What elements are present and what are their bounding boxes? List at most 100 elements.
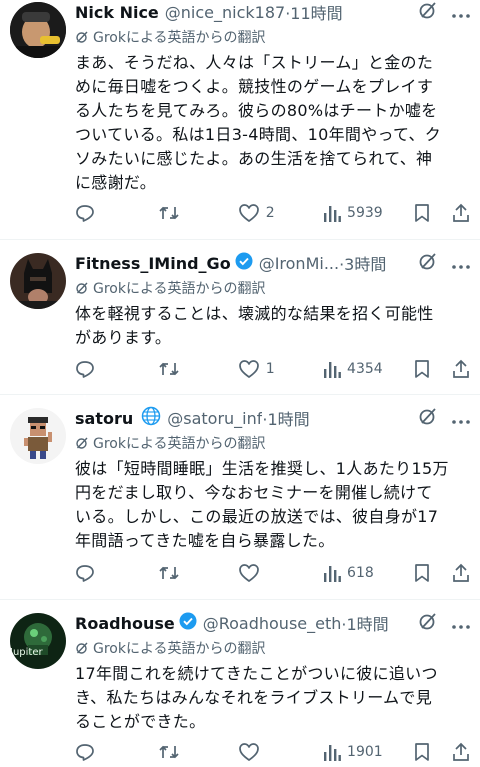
- tweet-actions: 1901: [75, 740, 470, 764]
- retweet-button[interactable]: [158, 359, 237, 379]
- bookmark-button[interactable]: [414, 359, 452, 379]
- retweet-icon: [159, 362, 179, 376]
- tweet-text-line: ることができた。: [75, 712, 206, 731]
- avatar[interactable]: Jupiter: [10, 613, 66, 669]
- tweet-text-line: があります。: [75, 328, 172, 347]
- tweet-text-line: 彼は「短時間睡眠」生活を推奨し、1人あたり15万: [75, 459, 449, 478]
- avatar[interactable]: [10, 2, 66, 58]
- retweet-icon: [159, 566, 179, 580]
- author-handle[interactable]: @IronMi...: [259, 254, 339, 273]
- heart-icon: [238, 360, 259, 378]
- share-button[interactable]: [452, 563, 470, 583]
- reply-button[interactable]: [75, 203, 158, 223]
- like-button[interactable]: [238, 742, 323, 762]
- tweet-time[interactable]: ·1時間: [262, 406, 309, 430]
- bookmark-button[interactable]: [414, 563, 452, 583]
- reply-button[interactable]: [75, 742, 158, 762]
- grok-small-icon: [76, 31, 88, 43]
- tweet[interactable]: Fitness_IMind_Go @IronMi... ·3時間 Grokによる…: [0, 240, 480, 395]
- author-name[interactable]: satoru: [75, 409, 133, 428]
- more-options-icon[interactable]: [452, 409, 470, 428]
- author-name[interactable]: Roadhouse: [75, 614, 175, 633]
- tweet-text-line: ソみたいに感じたよ。あの生活を捨てられて、神: [75, 149, 433, 168]
- retweet-button[interactable]: [158, 563, 237, 583]
- bookmark-icon: [415, 743, 430, 761]
- like-count: 1: [265, 361, 275, 377]
- translation-label: Grokによる英語からの翻訳: [93, 281, 266, 297]
- like-button[interactable]: 2: [238, 203, 323, 223]
- translation-note[interactable]: Grokによる英語からの翻訳: [75, 277, 470, 299]
- like-count: 2: [265, 205, 275, 221]
- tweet-actions: 618: [75, 561, 470, 585]
- tweet[interactable]: Jupiter Roadhouse @Roadhouse_eth ·1時間 Gr…: [0, 600, 480, 767]
- bookmark-icon: [415, 360, 430, 378]
- more-options-icon[interactable]: [452, 3, 470, 22]
- bookmark-button[interactable]: [414, 742, 452, 762]
- tweet[interactable]: Nick Nice @nice_nick187 ·11時間 Grokによる英語か…: [0, 0, 480, 240]
- verified-badge-icon: [179, 612, 197, 634]
- share-button[interactable]: [452, 203, 470, 223]
- views-button[interactable]: 5939: [323, 204, 414, 222]
- tweet-time[interactable]: ·11時間: [285, 0, 342, 24]
- share-icon: [453, 742, 469, 761]
- bookmark-button[interactable]: [414, 203, 452, 223]
- tweet-text: まあ、そうだね、人々は「ストリーム」と金のた めに毎日嘘をつくよ。競技性のゲーム…: [75, 51, 470, 195]
- avatar[interactable]: [10, 408, 66, 464]
- retweet-icon: [159, 206, 179, 220]
- globe-icon: [141, 406, 161, 430]
- tweet-actions: 2 5939: [75, 201, 470, 225]
- reply-icon: [76, 744, 94, 761]
- translation-note[interactable]: Grokによる英語からの翻訳: [75, 432, 470, 454]
- reply-icon: [76, 205, 94, 222]
- grok-small-icon: [76, 642, 88, 654]
- grok-icon[interactable]: [418, 406, 438, 430]
- views-button[interactable]: 4354: [323, 360, 414, 378]
- share-button[interactable]: [452, 359, 470, 379]
- tweet-text: 体を軽視することは、壊滅的な結果を招く可能性 があります。: [75, 302, 470, 350]
- like-button[interactable]: 1: [238, 359, 323, 379]
- tweet[interactable]: satoru @satoru_inf ·1時間 Grokによる英語からの翻訳 彼…: [0, 395, 480, 600]
- tweet-text-line: 円をだまし取り、今なおセミナーを開催し続けて: [75, 483, 433, 502]
- translation-note[interactable]: Grokによる英語からの翻訳: [75, 637, 470, 659]
- author-name[interactable]: Fitness_IMind_Go: [75, 254, 231, 273]
- author-handle[interactable]: @satoru_inf: [167, 409, 262, 428]
- tweet-time[interactable]: ·1時間: [341, 611, 388, 635]
- reply-icon: [76, 565, 94, 582]
- grok-icon[interactable]: [418, 611, 438, 635]
- view-count: 618: [347, 565, 374, 581]
- author-handle[interactable]: @Roadhouse_eth: [203, 614, 342, 633]
- translation-note[interactable]: Grokによる英語からの翻訳: [75, 26, 470, 48]
- share-icon: [453, 563, 469, 582]
- tweet-text-line: に感謝だ。: [75, 173, 157, 192]
- reply-icon: [76, 361, 94, 378]
- views-button[interactable]: 618: [323, 564, 414, 582]
- tweet-text-line: ついている。私は1日3-4時間、10年間やって、ク: [75, 125, 442, 144]
- retweet-icon: [159, 745, 179, 759]
- author-name[interactable]: Nick Nice: [75, 3, 159, 22]
- bookmark-icon: [415, 204, 430, 222]
- avatar[interactable]: [10, 253, 66, 309]
- tweet-text-line: まあ、そうだね、人々は「ストリーム」と金のた: [75, 53, 434, 72]
- grok-icon[interactable]: [418, 251, 438, 275]
- tweet-time[interactable]: ·3時間: [339, 251, 386, 275]
- reply-button[interactable]: [75, 359, 158, 379]
- retweet-button[interactable]: [158, 742, 237, 762]
- view-count: 5939: [347, 205, 383, 221]
- tweet-text-line: る人たちを見てみろ。彼らの80%はチートか嘘を: [75, 101, 438, 120]
- retweet-button[interactable]: [158, 203, 237, 223]
- author-handle[interactable]: @nice_nick187: [165, 3, 285, 22]
- view-count: 1901: [347, 744, 383, 760]
- tweet-text-line: 17年間これを続けてきたことがついに彼に追いつ: [75, 664, 438, 683]
- tweet-text-line: 年間語ってきた嘘を自ら暴露した。: [75, 531, 335, 550]
- more-options-icon[interactable]: [452, 254, 470, 273]
- share-button[interactable]: [452, 742, 470, 762]
- grok-icon[interactable]: [418, 0, 438, 24]
- more-options-icon[interactable]: [452, 614, 470, 633]
- translation-label: Grokによる英語からの翻訳: [93, 30, 266, 46]
- tweet-text-line: いる。しかし、この最近の放送では、彼自身が17: [75, 507, 439, 526]
- reply-button[interactable]: [75, 563, 158, 583]
- like-button[interactable]: [238, 563, 323, 583]
- translation-label: Grokによる英語からの翻訳: [93, 641, 266, 657]
- tweet-text: 17年間これを続けてきたことがついに彼に追いつ き、私たちはみんなそれをライブス…: [75, 662, 470, 734]
- views-button[interactable]: 1901: [323, 743, 414, 761]
